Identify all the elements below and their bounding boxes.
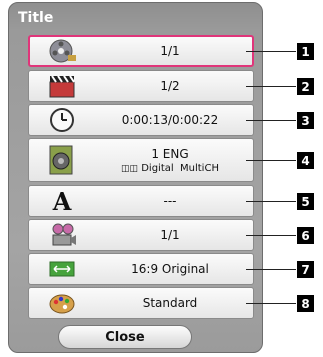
option-row-angle[interactable]: 1/1 <box>28 219 254 251</box>
option-value: 16:9 Original <box>131 262 209 276</box>
option-row-audio[interactable]: 1 ENG ◫◫ Digital MultiCH <box>28 138 254 182</box>
callout-leader <box>246 51 296 52</box>
callout-badge-3: 3 <box>297 112 314 129</box>
callout-badge-5: 5 <box>297 193 314 210</box>
callout-badge-2: 2 <box>297 78 314 95</box>
callout-badge-4: 4 <box>297 152 314 169</box>
option-value: 1/1 <box>160 228 180 242</box>
callout-leader <box>246 160 296 161</box>
chapter-clapper-icon <box>45 72 79 100</box>
callout-badge-8: 8 <box>297 295 314 312</box>
option-row-aspect-ratio[interactable]: 16:9 Original <box>28 253 254 285</box>
option-value: Standard <box>142 296 198 310</box>
audio-channels: MultiCH <box>180 162 219 174</box>
callout-leader <box>246 303 296 304</box>
aspect-ratio-icon <box>45 255 79 283</box>
svg-text:A: A <box>52 188 72 214</box>
callout-leader <box>246 235 296 236</box>
option-value: 0:00:13/0:00:22 <box>121 113 219 127</box>
callout-leader <box>246 86 296 87</box>
option-row-time[interactable]: 0:00:13/0:00:22 <box>28 104 254 136</box>
callout-leader <box>246 269 296 270</box>
title-disc-icon <box>46 37 80 65</box>
callout-badge-1: 1 <box>297 43 314 60</box>
picture-mode-palette-icon <box>45 289 79 317</box>
callout-badge-6: 6 <box>297 227 314 244</box>
close-button[interactable]: Close <box>58 325 192 349</box>
dolby-digital-icon: ◫◫ <box>121 163 139 174</box>
option-row-title[interactable]: 1/1 <box>28 35 254 67</box>
dialog-title: Title <box>18 10 54 26</box>
option-value: 1 ENG ◫◫ Digital MultiCH <box>91 147 249 174</box>
audio-track: 1 ENG <box>151 146 189 161</box>
speaker-icon <box>45 145 79 175</box>
option-row-subtitle[interactable]: A --- <box>28 185 254 217</box>
callout-badge-7: 7 <box>297 261 314 278</box>
callout-leader <box>246 201 296 202</box>
option-row-chapter[interactable]: 1/2 <box>28 70 254 102</box>
callout-leader <box>246 120 296 121</box>
clock-icon <box>45 106 79 134</box>
option-value: --- <box>163 194 177 208</box>
audio-codec: Digital <box>141 162 174 174</box>
camera-angle-icon <box>45 221 79 249</box>
audio-format: ◫◫ Digital MultiCH <box>91 163 249 174</box>
option-row-picture-mode[interactable]: Standard <box>28 287 254 319</box>
subtitle-a-icon: A <box>45 187 79 215</box>
option-value: 1/1 <box>160 44 180 58</box>
option-value: 1/2 <box>160 79 180 93</box>
